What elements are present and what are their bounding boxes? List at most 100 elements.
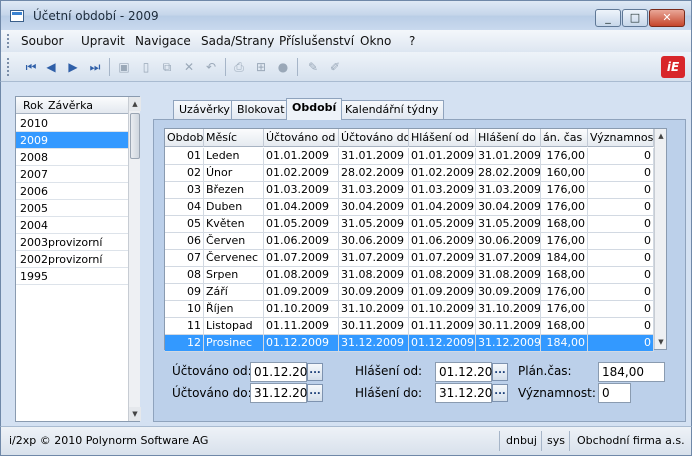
table-row[interactable]: 04 Duben 01.04.2009 30.04.2009 01.04.2009 30.…: [165, 199, 654, 216]
prev-record-icon[interactable]: ◀: [43, 59, 59, 75]
column-header-obdobi[interactable]: Období: [165, 129, 204, 147]
column-header-plan-cas[interactable]: án. čas: [541, 129, 588, 147]
table-row[interactable]: 08 Srpen 01.08.2009 31.08.2009 01.08.2009 31.…: [165, 267, 654, 284]
table-row[interactable]: 06 Červen 01.06.2009 30.06.2009 01.06.2009 30…: [165, 233, 654, 250]
plan-cas-field[interactable]: 184,00: [598, 362, 665, 382]
year-value: 2003: [20, 236, 48, 249]
scroll-thumb[interactable]: [130, 113, 140, 159]
year-row[interactable]: 1995: [16, 268, 128, 285]
table-row-selected[interactable]: 12 Prosinec 01.12.2009 31.12.2009 01.12.2009…: [165, 335, 654, 352]
table-scrollbar[interactable]: ▲ ▼: [654, 129, 666, 349]
last-record-icon[interactable]: ⏭: [87, 59, 103, 75]
uctovano-do-field[interactable]: 31.12.2009: [250, 383, 323, 403]
table-row[interactable]: 03 Březen 01.03.2009 31.03.2009 01.03.2009 31…: [165, 182, 654, 199]
uctovano-od-picker-button[interactable]: ...: [307, 363, 323, 381]
table-row[interactable]: 09 Září 01.09.2009 30.09.2009 01.09.2009 30.0…: [165, 284, 654, 301]
tab-obdobi[interactable]: Období: [286, 98, 343, 120]
status-column-header[interactable]: Závěrka: [48, 99, 93, 112]
table-row[interactable]: 02 Únor 01.02.2009 28.02.2009 01.02.2009 28.0…: [165, 165, 654, 182]
save-icon[interactable]: ▣: [116, 59, 132, 75]
scroll-up-icon[interactable]: ▲: [129, 97, 141, 111]
year-row[interactable]: 2004: [16, 217, 128, 234]
periods-table[interactable]: Období Měsíc Účtováno od Účtováno do Hlá…: [164, 128, 667, 352]
uctovano-do-cell: 30.11.2009: [339, 318, 409, 335]
column-header-hlaseni-do[interactable]: Hlášení do: [476, 129, 541, 147]
year-row[interactable]: 2006: [16, 183, 128, 200]
menu-navigace[interactable]: Navigace: [135, 34, 191, 48]
hlaseni-od-cell: 01.12.2009: [409, 335, 476, 352]
uctovano-od-cell: 01.06.2009: [264, 233, 339, 250]
hlaseni-od-picker-button[interactable]: ...: [492, 363, 508, 381]
menu-grip[interactable]: [7, 34, 9, 48]
uctovano-od-cell: 01.03.2009: [264, 182, 339, 199]
hlaseni-do-field[interactable]: 31.12.2009: [435, 383, 508, 403]
column-header-mesic[interactable]: Měsíc: [204, 129, 264, 147]
menu-help[interactable]: ?: [409, 34, 415, 48]
table-row[interactable]: 10 Říjen 01.10.2009 31.10.2009 01.10.2009 31.…: [165, 301, 654, 318]
table-row[interactable]: 07 Červenec 01.07.2009 31.07.2009 01.07.2009…: [165, 250, 654, 267]
maximize-button[interactable]: □: [622, 9, 648, 27]
table-row[interactable]: 01 Leden 01.01.2009 31.01.2009 01.01.2009 31.…: [165, 148, 654, 165]
tree-icon[interactable]: ⊞: [253, 59, 269, 75]
column-header-vyznamnost[interactable]: Významnost: [588, 129, 654, 147]
status-company: Obchodní firma a.s.: [577, 434, 685, 447]
copy-icon[interactable]: ⧉: [159, 59, 175, 75]
year-value: 2008: [20, 151, 48, 164]
uctovano-od-field[interactable]: 01.12.2009: [250, 362, 323, 382]
next-record-icon[interactable]: ▶: [65, 59, 81, 75]
menu-prislusenstvi[interactable]: Příslušenství: [279, 34, 354, 48]
year-row[interactable]: 2003 provizorní: [16, 234, 128, 251]
period-cell: 03: [165, 182, 204, 199]
print-icon[interactable]: ⎙: [231, 59, 247, 75]
scroll-up-icon[interactable]: ▲: [655, 129, 667, 143]
menu-okno[interactable]: Okno: [360, 34, 391, 48]
uctovano-do-picker-button[interactable]: ...: [307, 384, 323, 402]
year-column-header[interactable]: Rok: [23, 99, 43, 112]
plan-cas-cell: 176,00: [541, 182, 588, 199]
year-row[interactable]: 2007: [16, 166, 128, 183]
hlaseni-do-cell: 28.02.2009: [476, 165, 541, 182]
year-row[interactable]: 2008: [16, 149, 128, 166]
year-row-selected[interactable]: 2009: [16, 132, 128, 149]
menu-upravit[interactable]: Upravit: [81, 34, 125, 48]
scroll-down-icon[interactable]: ▼: [655, 335, 667, 349]
column-header-hlaseni-od[interactable]: Hlášení od: [409, 129, 476, 147]
hlaseni-od-cell: 01.08.2009: [409, 267, 476, 284]
minimize-button[interactable]: _: [595, 9, 621, 27]
hlaseni-do-cell: 31.08.2009: [476, 267, 541, 284]
tab-blokovat[interactable]: Blokovat: [231, 100, 291, 119]
column-header-uctovano-od[interactable]: Účtováno od: [264, 129, 339, 147]
menu-soubor[interactable]: Soubor: [21, 34, 63, 48]
hlaseni-do-cell: 31.07.2009: [476, 250, 541, 267]
tab-kalendarni-tydny[interactable]: Kalendářní týdny: [339, 100, 445, 119]
table-row[interactable]: 11 Listopad 01.11.2009 30.11.2009 01.11.2009…: [165, 318, 654, 335]
undo-icon[interactable]: ↶: [203, 59, 219, 75]
refresh-icon[interactable]: ●: [275, 59, 291, 75]
uctovano-od-cell: 01.10.2009: [264, 301, 339, 318]
menu-sada-strany[interactable]: Sada/Strany: [201, 34, 274, 48]
toolbar-grip[interactable]: [7, 58, 9, 76]
year-list[interactable]: Rok Závěrka 2010 2009 2008 2007 2006 200…: [15, 96, 141, 422]
year-row[interactable]: 2010: [16, 115, 128, 132]
hlaseni-od-field[interactable]: 01.12.2009: [435, 362, 508, 382]
year-row[interactable]: 2005: [16, 200, 128, 217]
edit-disabled-icon[interactable]: ✐: [327, 59, 343, 75]
tab-uzaverky[interactable]: Uzávěrky: [173, 100, 236, 119]
table-row[interactable]: 05 Květen 01.05.2009 31.05.2009 01.05.2009 31…: [165, 216, 654, 233]
edit-icon[interactable]: ✎: [305, 59, 321, 75]
close-button[interactable]: ✕: [649, 9, 685, 27]
vyznamnost-cell: 0: [588, 267, 654, 284]
delete-icon[interactable]: ✕: [181, 59, 197, 75]
hlaseni-do-picker-button[interactable]: ...: [492, 384, 508, 402]
month-cell: Leden: [204, 148, 264, 165]
scroll-down-icon[interactable]: ▼: [129, 407, 141, 421]
vyznamnost-field[interactable]: 0: [598, 383, 631, 403]
year-list-scrollbar[interactable]: ▲ ▼: [128, 97, 141, 421]
first-record-icon[interactable]: ⏮: [23, 59, 39, 75]
period-cell: 05: [165, 216, 204, 233]
new-icon[interactable]: ▯: [138, 59, 154, 75]
hlaseni-od-cell: 01.03.2009: [409, 182, 476, 199]
column-header-uctovano-do[interactable]: Účtováno do: [339, 129, 409, 147]
uctovano-do-cell: 28.02.2009: [339, 165, 409, 182]
year-row[interactable]: 2002 provizorní: [16, 251, 128, 268]
